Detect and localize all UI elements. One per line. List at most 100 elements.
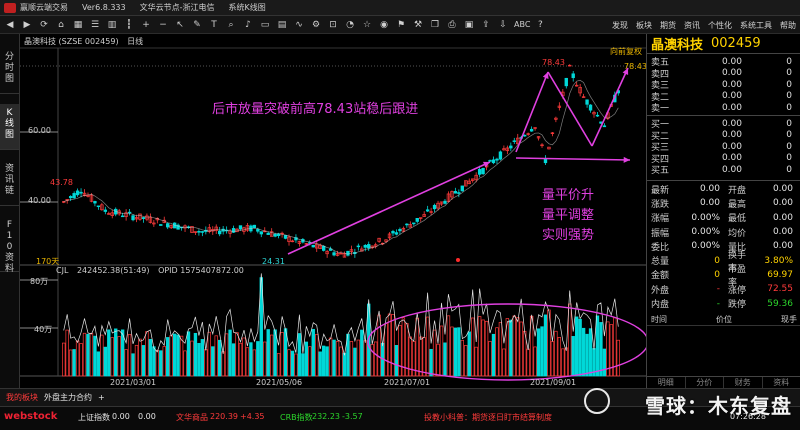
abc-button[interactable]: ABC <box>514 20 530 29</box>
search-icon[interactable]: ⌕ <box>224 19 238 31</box>
volume-bar <box>107 329 111 377</box>
stat-row: 涨幅 0.00% 最低 0.00 <box>647 211 800 225</box>
alert-icon[interactable]: ♪ <box>241 19 255 31</box>
menu-item-5[interactable]: 系统工具 <box>740 20 772 31</box>
volume-bar <box>356 339 361 377</box>
forward-icon[interactable]: ▶ <box>20 19 34 31</box>
zoom-out-icon[interactable]: − <box>156 19 170 31</box>
index1-change: 0.00 <box>138 412 156 421</box>
tab-news[interactable]: 资讯链 <box>0 160 19 206</box>
volume-bar <box>127 334 132 377</box>
add-tab-button[interactable]: + <box>98 393 105 402</box>
volume-bar <box>124 349 128 377</box>
volume-bar <box>148 339 153 377</box>
window-icon[interactable]: ▭ <box>258 19 272 31</box>
menu-item-0[interactable]: 发现 <box>612 20 628 31</box>
adjust-label[interactable]: 向前复权 <box>610 46 642 57</box>
zoom-in-icon[interactable]: + <box>139 19 153 31</box>
menu-item-1[interactable]: 板块 <box>636 20 652 31</box>
layout-icon[interactable]: ▤ <box>275 19 289 31</box>
settings-icon[interactable]: ⚙ <box>309 19 323 31</box>
volume-bar <box>509 319 513 377</box>
print-icon[interactable]: ⎙ <box>445 19 459 31</box>
menu-item-2[interactable]: 期货 <box>660 20 676 31</box>
candle-body <box>457 192 461 194</box>
tab-finance[interactable]: 财务 <box>724 377 763 388</box>
kline-chart[interactable]: 晶澳科技 (SZSE 002459) 日线 向前复权 60.00 40.00 4… <box>20 34 647 388</box>
cursor-icon[interactable]: ↖ <box>173 19 187 31</box>
pin-icon[interactable]: ◉ <box>377 19 391 31</box>
tab-detail[interactable]: 明细 <box>647 377 686 388</box>
volume-bar <box>471 317 475 377</box>
index1-name[interactable]: 上证指数 <box>78 412 110 423</box>
volume-indicator-value: 242452.38(51:49) <box>76 266 150 275</box>
ob-volume: 0 <box>786 153 792 164</box>
tab-profile[interactable]: 资料 <box>763 377 800 388</box>
export-icon[interactable]: ⇪ <box>479 19 493 31</box>
import-icon[interactable]: ⇩ <box>496 19 510 31</box>
candle-body <box>127 211 132 214</box>
tab-kline[interactable]: K线图 <box>0 104 19 150</box>
bid-row[interactable]: 买五 0.00 0 <box>647 164 800 177</box>
volume-bar <box>152 346 156 377</box>
menu-item-6[interactable]: 帮助 <box>780 20 796 31</box>
volume-bar <box>533 346 537 377</box>
orderbook-divider <box>647 115 800 116</box>
volume-bar <box>193 332 198 377</box>
grid-icon[interactable]: ▦ <box>71 19 85 31</box>
flag-icon[interactable]: ⚑ <box>394 19 408 31</box>
tool-icon[interactable]: ⚒ <box>411 19 425 31</box>
stat-label: 涨幅 <box>651 214 670 225</box>
tab-f10[interactable]: F10资料 <box>0 216 19 274</box>
index2-name[interactable]: 文华商品 <box>176 412 208 423</box>
back-icon[interactable]: ◀ <box>3 19 17 31</box>
tab-intraday[interactable]: 分时图 <box>0 48 19 94</box>
text-icon[interactable]: T <box>207 19 221 31</box>
volume-bar <box>588 328 593 377</box>
bid-list: 买一 0.00 0 买二 0.00 0 买三 0.00 0 买四 0.00 0 买五 0.00 0 <box>647 118 800 177</box>
list-icon[interactable]: ☰ <box>88 19 102 31</box>
index2-value: 220.39 <box>210 412 238 421</box>
bell-icon[interactable]: ◔ <box>343 19 357 31</box>
save-icon[interactable]: ▣ <box>462 19 476 31</box>
volume-bar <box>249 342 253 377</box>
tab-foreign-futures[interactable]: 外盘主力合约 <box>44 392 92 403</box>
star-icon[interactable]: ☆ <box>360 19 374 31</box>
stat-label: 最低 <box>728 214 747 225</box>
volume-bar <box>321 345 326 377</box>
tab-my-sectors[interactable]: 我的板块 <box>6 392 38 403</box>
annotation-breakout: 后市放量突破前高78.43站稳后跟进 <box>212 102 419 117</box>
chart-period[interactable]: 日线 <box>127 37 143 46</box>
menu-item-4[interactable]: 个性化 <box>708 20 732 31</box>
volume-ma-line <box>63 273 619 356</box>
indicator-icon[interactable]: ∿ <box>292 19 306 31</box>
volume-bar <box>287 349 291 377</box>
volume-bar <box>155 349 159 377</box>
draw-icon[interactable]: ✎ <box>190 19 204 31</box>
volume-bar <box>318 351 322 377</box>
candle-body <box>120 215 125 218</box>
volume-bar <box>450 326 454 377</box>
notice-text[interactable]: 投教小科普：期货逐日盯市结算制度 <box>424 412 552 423</box>
lock-icon[interactable]: ⊡ <box>326 19 340 31</box>
menu-item-3[interactable]: 资讯 <box>684 20 700 31</box>
candle-icon[interactable]: ┇ <box>122 19 136 31</box>
candle-body <box>367 244 371 249</box>
help-icon[interactable]: ? <box>533 19 547 31</box>
candle-body <box>523 134 527 137</box>
tab-price-dist[interactable]: 分价 <box>686 377 724 388</box>
price-tick-40: 40.00 <box>28 196 51 205</box>
chart-icon[interactable]: ▥ <box>105 19 119 31</box>
ask-row[interactable]: 卖一 0.00 0 <box>647 102 800 115</box>
ob-volume: 0 <box>786 102 792 113</box>
home-icon[interactable]: ⌂ <box>54 19 68 31</box>
refresh-icon[interactable]: ⟳ <box>37 19 51 31</box>
stat-value: 0 <box>714 255 720 266</box>
copy-icon[interactable]: ❐ <box>428 19 442 31</box>
trade-header-price: 价位 <box>716 315 732 324</box>
candle-body <box>571 73 575 79</box>
volume-bar <box>131 353 135 377</box>
volume-bar <box>599 322 603 377</box>
index3-name[interactable]: CRB指数 <box>280 412 313 423</box>
volume-bar <box>488 340 492 377</box>
